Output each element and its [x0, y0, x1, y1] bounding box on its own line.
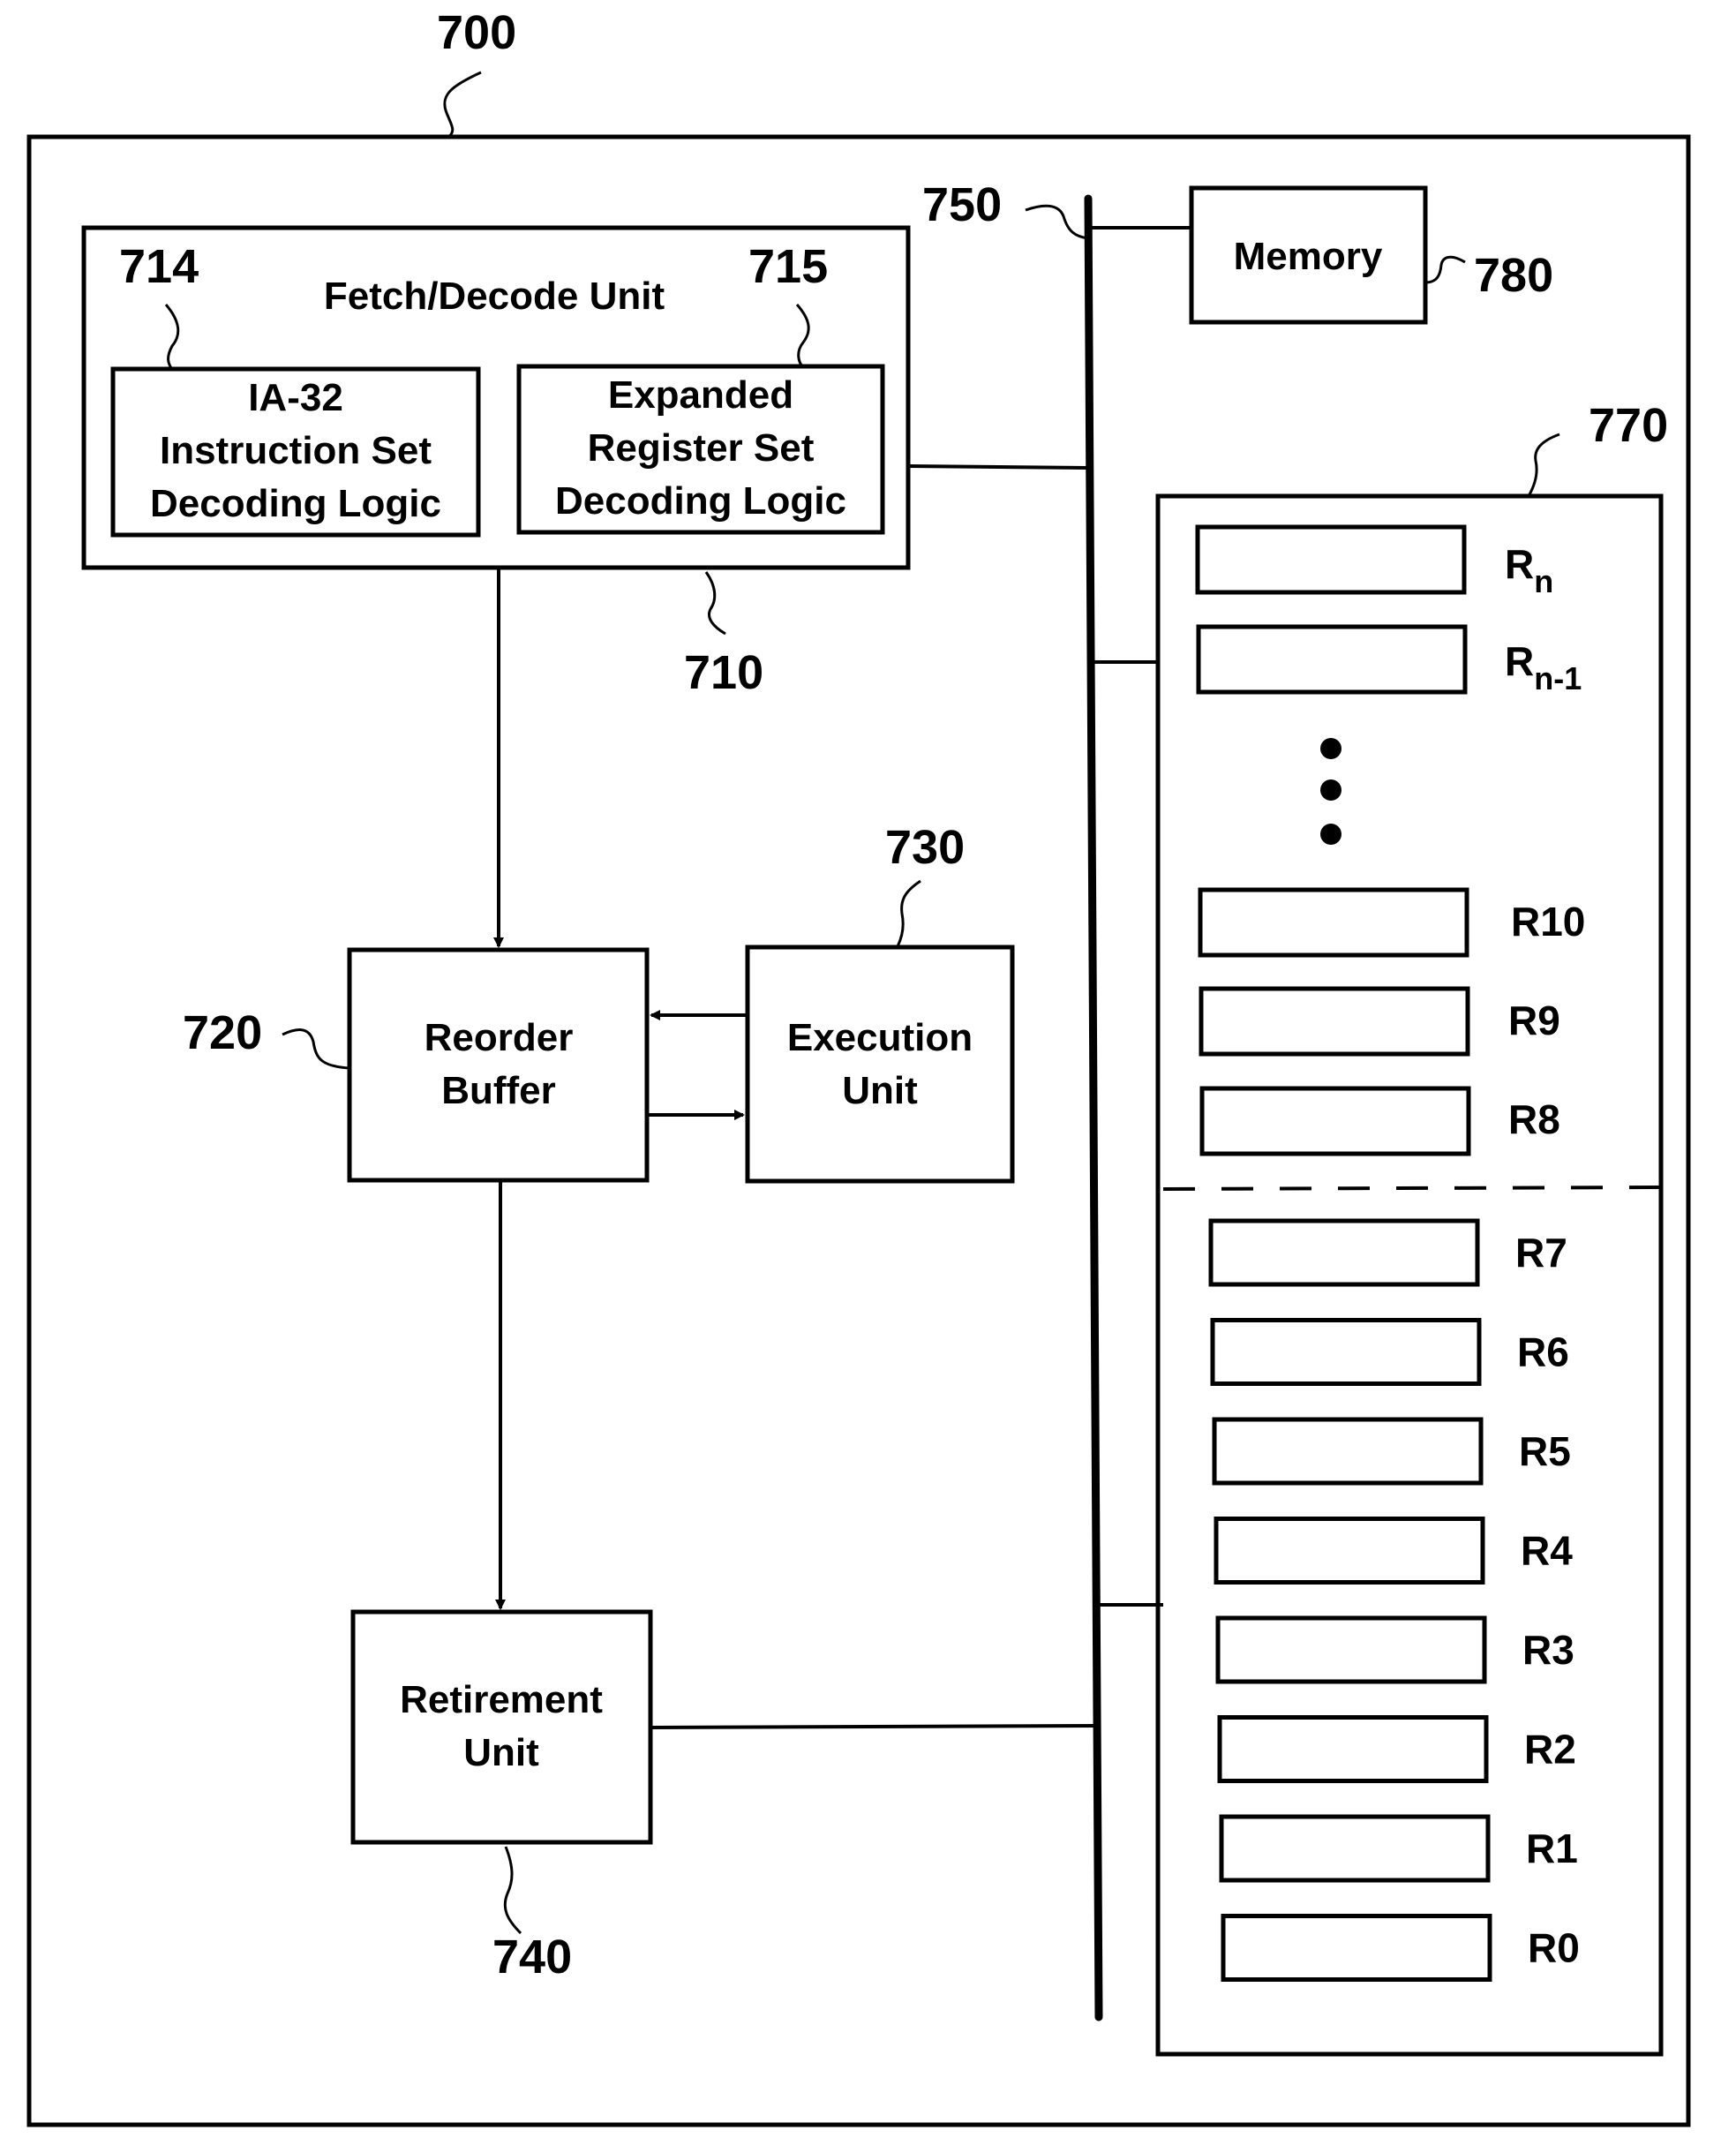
register-label-r4: R4 — [1521, 1528, 1573, 1574]
register-rn — [1195, 524, 1467, 595]
register-label-r1: R1 — [1526, 1826, 1578, 1871]
register-label-r8: R8 — [1508, 1096, 1560, 1142]
register-label-r3: R3 — [1522, 1627, 1574, 1673]
register-partition-divider — [1162, 1186, 1660, 1191]
retirement-line-2: Unit — [463, 1731, 539, 1774]
register-label-r10: R10 — [1511, 899, 1585, 945]
register-r0 — [1221, 1914, 1492, 1982]
reorder-buffer-box — [347, 947, 650, 1183]
register-r10 — [1198, 887, 1469, 958]
register-label-r0: R0 — [1528, 1925, 1580, 1971]
register-r8 — [1199, 1086, 1471, 1156]
register-r2 — [1217, 1715, 1489, 1783]
ellipsis-dot — [1320, 738, 1341, 759]
register-label-r6: R6 — [1517, 1329, 1569, 1375]
ref-730: 730 — [885, 821, 965, 874]
ref-710: 710 — [684, 646, 763, 699]
execution-line-1: Execution — [787, 1016, 973, 1059]
fetch-decode-bus-link — [907, 464, 1089, 470]
ellipsis-dot — [1320, 824, 1341, 845]
reorder-line-1: Reorder — [425, 1016, 574, 1059]
register-r4 — [1214, 1517, 1485, 1585]
register-r1 — [1219, 1814, 1491, 1883]
ia32-line-2: Instruction Set — [160, 429, 432, 472]
execution-unit-box — [745, 945, 1015, 1184]
ellipsis-dot — [1320, 779, 1341, 801]
ref-720: 720 — [183, 1006, 262, 1059]
register-r3 — [1215, 1615, 1487, 1684]
expanded-line-2: Register Set — [588, 426, 815, 470]
register-rn-1 — [1196, 624, 1468, 695]
reorder-line-2: Buffer — [441, 1069, 556, 1112]
register-label-r2: R2 — [1524, 1727, 1576, 1773]
ref-770: 770 — [1589, 399, 1668, 452]
expanded-line-1: Expanded — [608, 373, 793, 417]
ia32-line-3: Decoding Logic — [150, 482, 441, 525]
register-r7 — [1208, 1218, 1480, 1287]
ia32-line-1: IA-32 — [248, 376, 343, 419]
execution-line-2: Unit — [842, 1069, 918, 1112]
fetch-decode-title: Fetch/Decode Unit — [324, 275, 665, 318]
retirement-line-1: Retirement — [400, 1678, 603, 1721]
ref-750: 750 — [922, 178, 1002, 231]
ref-740: 740 — [492, 1931, 572, 1984]
ref-715: 715 — [748, 240, 828, 293]
register-label-r5: R5 — [1519, 1428, 1571, 1474]
retirement-bus-link — [650, 1724, 1099, 1729]
register-r5 — [1212, 1417, 1484, 1486]
register-r6 — [1210, 1318, 1482, 1386]
processor-diagram: 700 750 Fetch/Decode Unit 714 715 IA-32 … — [26, 6, 1691, 2127]
register-label-r9: R9 — [1508, 997, 1560, 1043]
ref-700: 700 — [437, 6, 516, 59]
register-r9 — [1199, 986, 1470, 1057]
ref-714: 714 — [119, 240, 199, 293]
ref-780: 780 — [1474, 249, 1553, 302]
leader-700 — [443, 71, 482, 139]
expanded-line-3: Decoding Logic — [555, 479, 846, 523]
retirement-unit-box — [350, 1609, 653, 1845]
register-label-r7: R7 — [1515, 1230, 1567, 1276]
memory-label: Memory — [1234, 235, 1383, 278]
